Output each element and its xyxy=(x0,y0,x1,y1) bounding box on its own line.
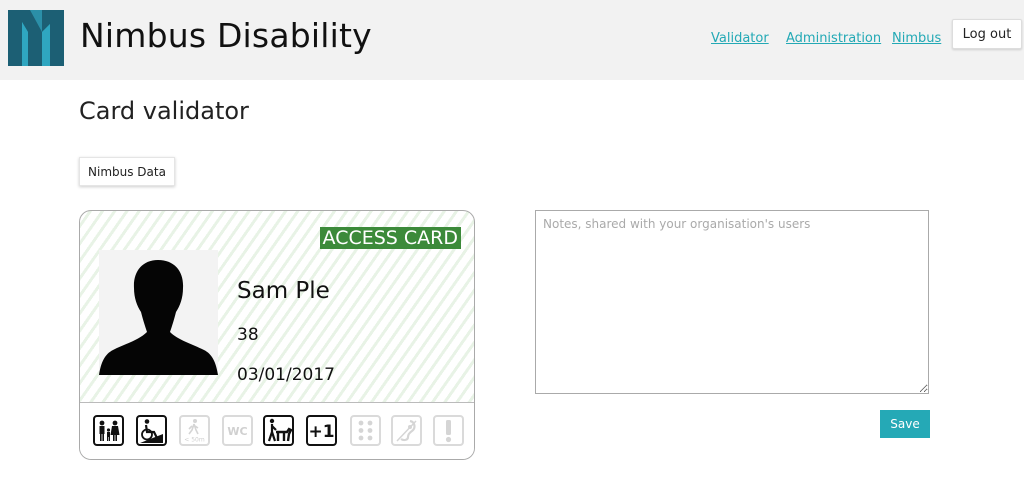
hearing-icon xyxy=(391,415,422,446)
svg-text:WC: WC xyxy=(227,425,247,438)
wc-icon: WC xyxy=(222,415,253,446)
top-bar: Nimbus Disability Validator Administrati… xyxy=(0,0,1024,80)
svg-text:< 50m: < 50m xyxy=(184,437,205,444)
card-date: 03/01/2017 xyxy=(237,365,335,385)
notes-textarea[interactable] xyxy=(535,210,929,394)
wheelchair-icon xyxy=(136,415,167,446)
svg-text:+1: +1 xyxy=(308,422,334,442)
avatar xyxy=(99,250,218,375)
nav-administration[interactable]: Administration xyxy=(786,31,881,46)
brand-title: Nimbus Disability xyxy=(80,16,372,55)
nav-validator[interactable]: Validator xyxy=(711,31,769,46)
guide-dog-icon xyxy=(263,415,294,446)
nimbus-data-button[interactable]: Nimbus Data xyxy=(79,157,175,186)
card-icons-row: < 50m WC +1 xyxy=(80,402,474,459)
card-holder-name: Sam Ple xyxy=(237,278,330,304)
family-icon xyxy=(93,415,124,446)
access-card-badge: ACCESS CARD xyxy=(319,227,461,249)
nav-nimbus[interactable]: Nimbus xyxy=(892,31,941,46)
plus-one-icon: +1 xyxy=(306,415,337,446)
save-button[interactable]: Save xyxy=(880,410,930,438)
page-title: Card validator xyxy=(79,97,249,125)
braille-icon xyxy=(350,415,381,446)
logout-button[interactable]: Log out xyxy=(952,19,1022,49)
access-card: ACCESS CARD Sam Ple 38 03/01/2017 < 50m … xyxy=(79,210,475,460)
card-holder-id: 38 xyxy=(237,325,259,345)
nimbus-logo xyxy=(8,10,64,66)
walk-50m-icon: < 50m xyxy=(179,415,210,446)
silhouette-icon xyxy=(99,260,218,375)
exclamation-icon xyxy=(433,415,464,446)
